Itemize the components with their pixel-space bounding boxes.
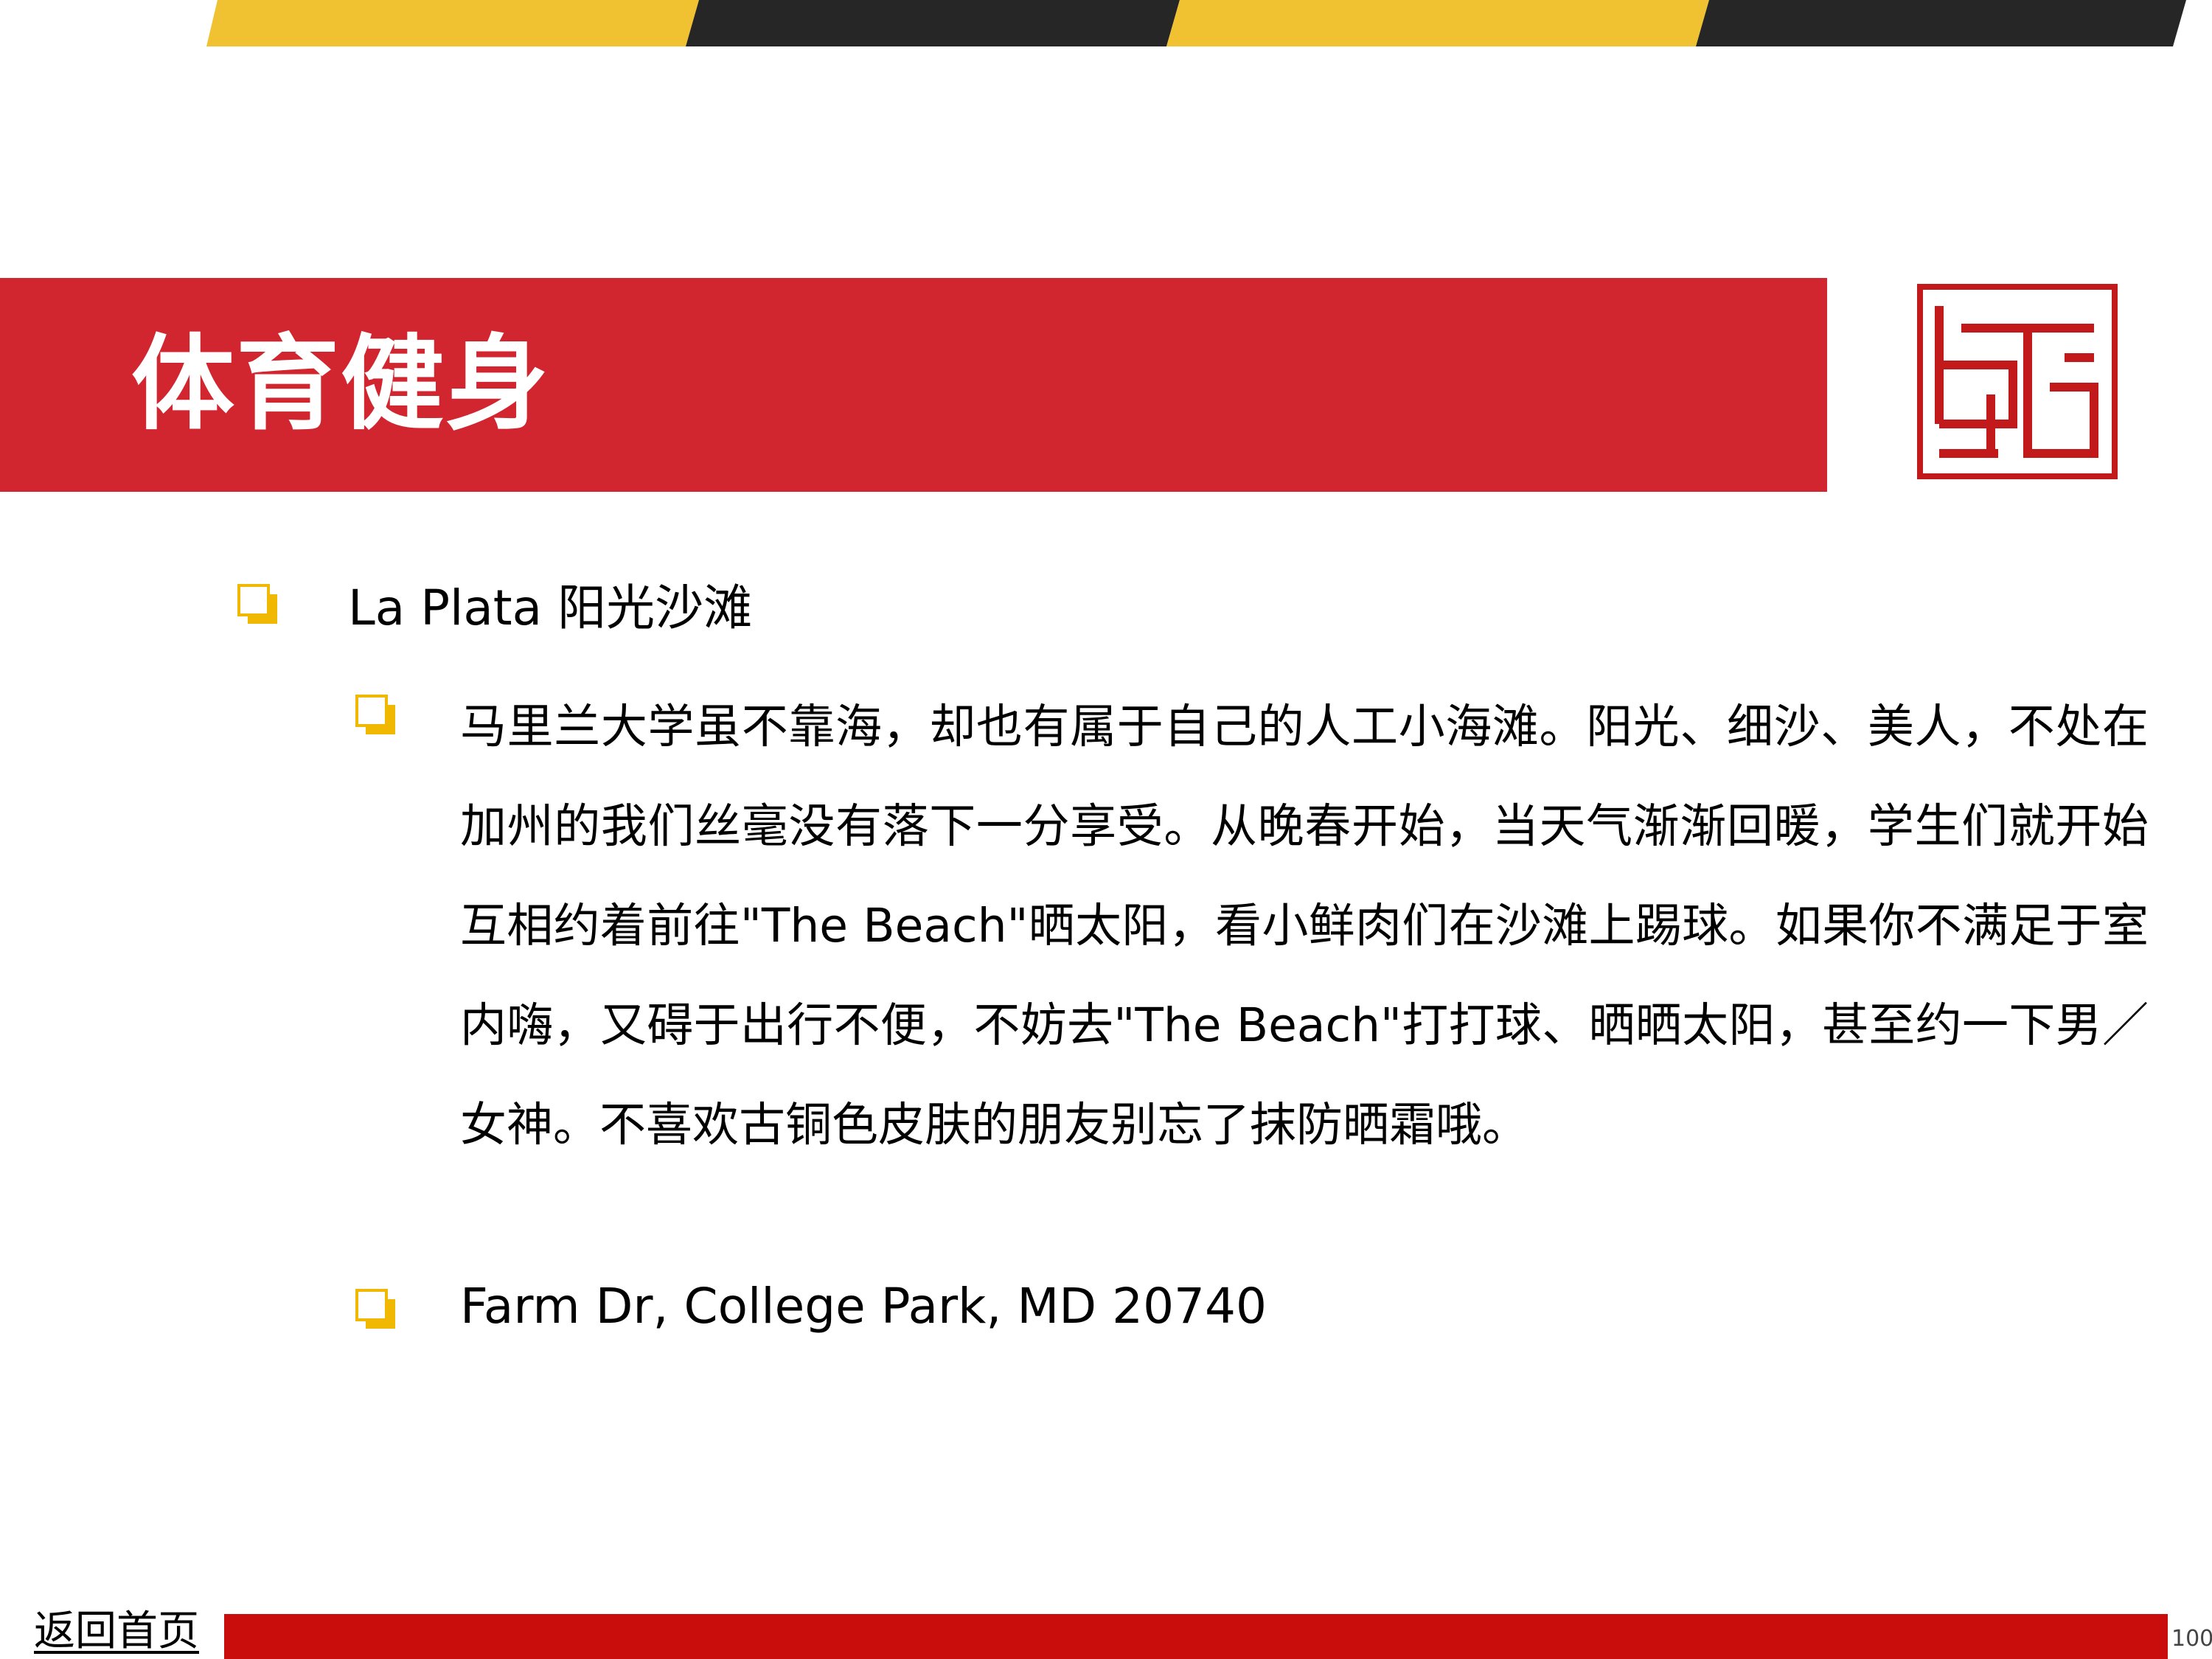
list-item-heading: La Plata 阳光沙滩 xyxy=(348,580,753,636)
bullet-list: La Plata 阳光沙滩 马里兰大学虽不靠海，却也有属于自己的人工小海滩。阳光… xyxy=(0,0,2212,1659)
square-bullet-icon xyxy=(237,584,277,624)
page-number: 100 xyxy=(2171,1626,2212,1652)
list-item-address: Farm Dr, College Park, MD 20740 xyxy=(460,1278,1267,1335)
list-item-description: 马里兰大学虽不靠海，却也有属于自己的人工小海滩。阳光、细沙、美人，不处在加州的我… xyxy=(460,700,2149,1152)
footer-bar xyxy=(224,1614,2168,1659)
square-bullet-icon xyxy=(355,1289,395,1329)
home-link[interactable]: 返回首页 xyxy=(34,1607,199,1656)
square-bullet-icon xyxy=(355,695,395,734)
